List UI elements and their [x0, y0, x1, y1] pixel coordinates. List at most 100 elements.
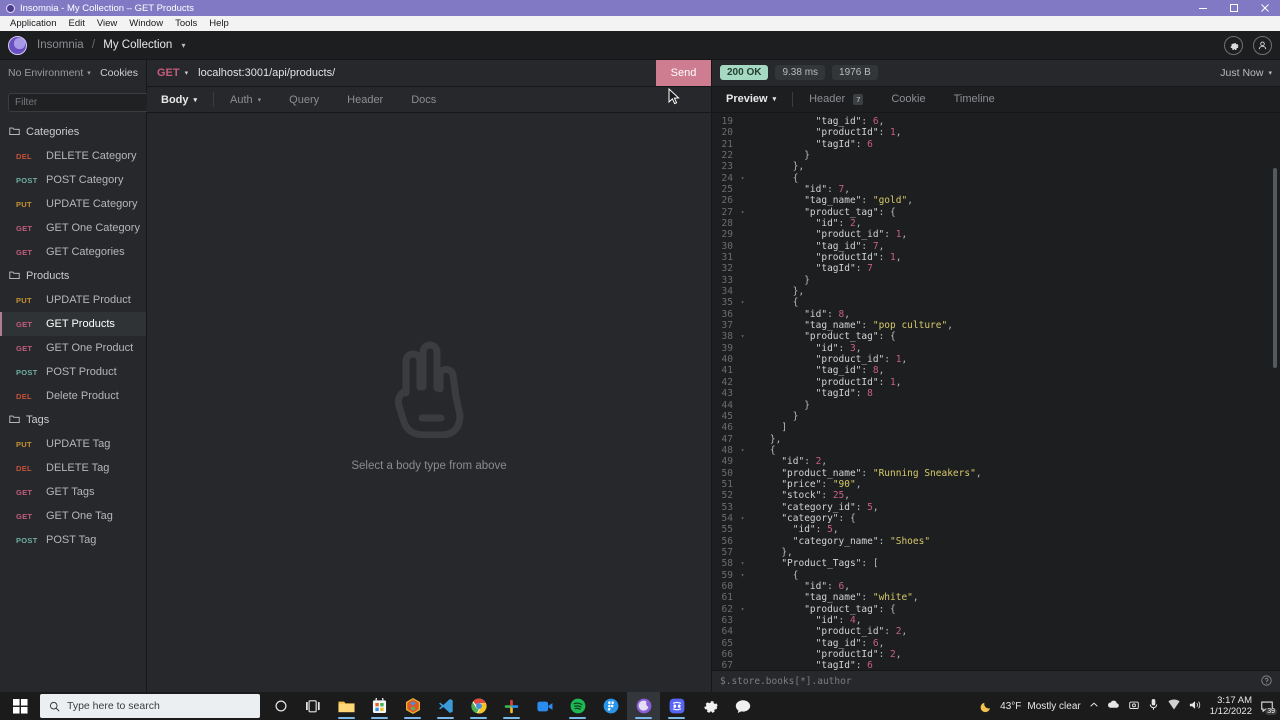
- folder-tags[interactable]: Tags: [0, 408, 146, 432]
- response-body-viewer[interactable]: 19 "tag_id": 6, 20 "productId": 1, 21 "tag…: [712, 112, 1280, 670]
- fold-toggle-icon[interactable]: ▾: [738, 604, 747, 615]
- chevron-down-icon: ▾: [257, 96, 262, 104]
- response-tab-timeline[interactable]: Timeline: [940, 86, 1009, 112]
- taskbar-figma-icon[interactable]: [594, 692, 627, 720]
- taskbar-insomnia-icon[interactable]: [627, 692, 660, 720]
- taskbar-visual-studio-icon[interactable]: [396, 692, 429, 720]
- fold-toggle-icon[interactable]: ▾: [738, 513, 747, 524]
- fold-toggle-icon[interactable]: ▾: [738, 331, 747, 342]
- code-text: "price": "90",: [781, 478, 862, 490]
- tab-docs[interactable]: Docs: [397, 87, 450, 113]
- request-item-get-tags[interactable]: GET GET Tags: [0, 480, 146, 504]
- code-line: 19 "tag_id": 6,: [712, 116, 1280, 127]
- cloud-icon[interactable]: [1107, 698, 1120, 714]
- menu-view[interactable]: View: [91, 18, 123, 29]
- taskbar-search[interactable]: Type here to search: [40, 694, 260, 718]
- request-item-delete-category[interactable]: DEL DELETE Category: [0, 144, 146, 168]
- fold-toggle-icon[interactable]: ▾: [738, 445, 747, 456]
- taskbar-discord-icon[interactable]: [660, 692, 693, 720]
- taskbar-zoom-icon[interactable]: [528, 692, 561, 720]
- speaker-icon[interactable]: [1189, 699, 1202, 714]
- taskbar-messaging-icon[interactable]: [726, 692, 759, 720]
- chevron-down-icon[interactable]: ▾: [182, 41, 186, 50]
- notification-icon[interactable]: 39: [1260, 699, 1277, 715]
- close-icon[interactable]: [1249, 0, 1280, 16]
- minimize-icon[interactable]: [1187, 0, 1218, 16]
- fold-toggle-icon[interactable]: ▾: [738, 207, 747, 218]
- folder-products[interactable]: Products: [0, 264, 146, 288]
- chevron-up-icon[interactable]: [1089, 700, 1099, 713]
- menu-window[interactable]: Window: [123, 18, 169, 29]
- line-number: 62: [721, 603, 733, 615]
- taskbar-spotify-icon[interactable]: [561, 692, 594, 720]
- response-tab-header[interactable]: Header 7: [795, 86, 877, 112]
- url-input[interactable]: localhost:3001/api/products/: [198, 60, 656, 86]
- menu-edit[interactable]: Edit: [62, 18, 90, 29]
- taskbar-chrome-icon[interactable]: [462, 692, 495, 720]
- request-item-update-product[interactable]: PUT UPDATE Product: [0, 288, 146, 312]
- line-number: 38: [721, 331, 733, 343]
- response-scrollbar[interactable]: [1273, 167, 1277, 368]
- code-text: }: [792, 410, 799, 422]
- jsonpath-filter-input[interactable]: $.store.books[*].author: [720, 676, 852, 687]
- fold-toggle-icon[interactable]: ▾: [738, 570, 747, 581]
- cookies-button[interactable]: Cookies: [100, 67, 138, 79]
- weather-widget[interactable]: 43°F Mostly clear: [980, 699, 1081, 713]
- request-item-post-category[interactable]: POST POST Category: [0, 168, 146, 192]
- line-number: 35: [721, 297, 733, 309]
- response-tab-preview[interactable]: Preview ▾: [712, 86, 790, 112]
- tab-header[interactable]: Header: [333, 87, 397, 113]
- request-item-post-tag[interactable]: POST POST Tag: [0, 528, 146, 552]
- maximize-icon[interactable]: [1218, 0, 1249, 16]
- question-circle-icon[interactable]: [1261, 674, 1272, 689]
- request-item-label: GET Categories: [46, 246, 125, 258]
- request-item-get-one-category[interactable]: GET GET One Category: [0, 216, 146, 240]
- request-item-get-one-tag[interactable]: GET GET One Tag: [0, 504, 146, 528]
- request-item-update-tag[interactable]: PUT UPDATE Tag: [0, 432, 146, 456]
- windows-start-icon[interactable]: [0, 698, 40, 714]
- request-item-update-category[interactable]: PUT UPDATE Category: [0, 192, 146, 216]
- method-selector[interactable]: GET ▾: [147, 60, 198, 86]
- code-line: 33 }: [712, 275, 1280, 286]
- tab-query[interactable]: Query: [275, 87, 333, 113]
- request-item-delete-product[interactable]: DEL Delete Product: [0, 384, 146, 408]
- response-history-selector[interactable]: Just Now ▾: [1220, 67, 1272, 79]
- taskbar-vscode-icon[interactable]: [429, 692, 462, 720]
- taskbar-task-view-icon[interactable]: [297, 692, 330, 720]
- taskbar-microsoft-store-icon[interactable]: [363, 692, 396, 720]
- fold-toggle-icon[interactable]: ▾: [738, 297, 747, 308]
- folder-categories[interactable]: Categories: [0, 120, 146, 144]
- microphone-icon[interactable]: [1148, 698, 1159, 714]
- tab-auth[interactable]: Auth ▾: [216, 87, 275, 113]
- taskbar-settings-icon[interactable]: [693, 692, 726, 720]
- breadcrumb-collection[interactable]: My Collection: [103, 39, 172, 51]
- chevron-down-icon[interactable]: ▾: [87, 69, 91, 77]
- taskbar-clock[interactable]: 3:17 AM 1/12/2022: [1210, 695, 1252, 717]
- wifi-icon[interactable]: [1167, 698, 1181, 714]
- menu-tools[interactable]: Tools: [169, 18, 203, 29]
- sidebar-filter-input[interactable]: [8, 92, 154, 112]
- request-item-get-categories[interactable]: GET GET Categories: [0, 240, 146, 264]
- request-item-post-product[interactable]: POST POST Product: [0, 360, 146, 384]
- menu-application[interactable]: Application: [4, 18, 62, 29]
- breadcrumb[interactable]: Insomnia / My Collection ▾: [37, 39, 186, 51]
- account-icon[interactable]: [1253, 35, 1272, 55]
- request-item-get-products[interactable]: GET GET Products: [0, 312, 146, 336]
- taskbar-slack-icon[interactable]: [495, 692, 528, 720]
- environment-selector[interactable]: No Environment: [8, 67, 83, 79]
- code-line: 27 ▾ "product_tag": {: [712, 207, 1280, 218]
- taskbar-file-explorer-icon[interactable]: [330, 692, 363, 720]
- taskbar-cortana-icon[interactable]: [264, 692, 297, 720]
- tab-body[interactable]: Body ▾: [147, 87, 211, 113]
- response-tab-cookie[interactable]: Cookie: [877, 86, 939, 112]
- request-item-get-one-product[interactable]: GET GET One Product: [0, 336, 146, 360]
- request-item-delete-tag[interactable]: DEL DELETE Tag: [0, 456, 146, 480]
- moon-icon: [980, 702, 991, 713]
- fold-toggle-icon[interactable]: ▾: [738, 558, 747, 569]
- line-number: 51: [721, 478, 733, 490]
- send-button[interactable]: Send: [656, 60, 711, 86]
- fold-toggle-icon[interactable]: ▾: [738, 173, 747, 184]
- menu-help[interactable]: Help: [203, 18, 235, 29]
- tray-app-icon[interactable]: [1128, 699, 1140, 714]
- gear-icon[interactable]: [1224, 35, 1243, 55]
